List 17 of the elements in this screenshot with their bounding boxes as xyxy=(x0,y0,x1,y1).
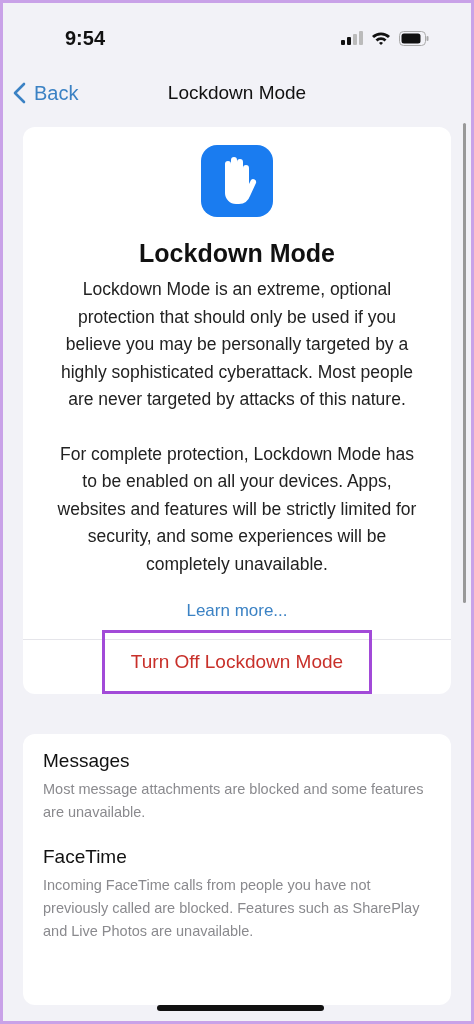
status-time: 9:54 xyxy=(65,26,106,50)
wifi-icon xyxy=(371,31,391,45)
back-button[interactable]: Back xyxy=(3,81,79,105)
feature-description: Incoming FaceTime calls from people you have not previously called are blocked. Features such as SharePlay and Live Photos are unavailable. xyxy=(43,876,421,941)
chevron-left-icon xyxy=(13,82,26,104)
signal-icon xyxy=(341,31,363,45)
turn-off-button[interactable]: Turn Off Lockdown Mode xyxy=(101,630,373,694)
feature-title: FaceTime xyxy=(43,846,128,868)
description-paragraph: For complete protection, Lockdown Mode has to be enabled on all your devices. Apps, websites and features will be strictly limited for security, and some experiences will be completely unavailable. xyxy=(57,442,417,576)
hand-icon xyxy=(201,145,273,217)
card-title: Lockdown Mode xyxy=(139,239,335,268)
nav-title: Lockdown Mode xyxy=(167,82,307,104)
feature-title: Messages xyxy=(43,750,131,772)
feature-description: Most message attachments are blocked and some features are unavailable. xyxy=(43,780,425,822)
learn-more-link[interactable]: Learn more... xyxy=(186,601,288,621)
description-paragraph: Lockdown Mode is an extreme, optional protection that should only be used if you believe you may be personally targeted by a highly sophisticated cyberattack. Most people are never targeted by attacks of this nature. xyxy=(59,278,415,411)
battery-icon xyxy=(399,30,429,46)
